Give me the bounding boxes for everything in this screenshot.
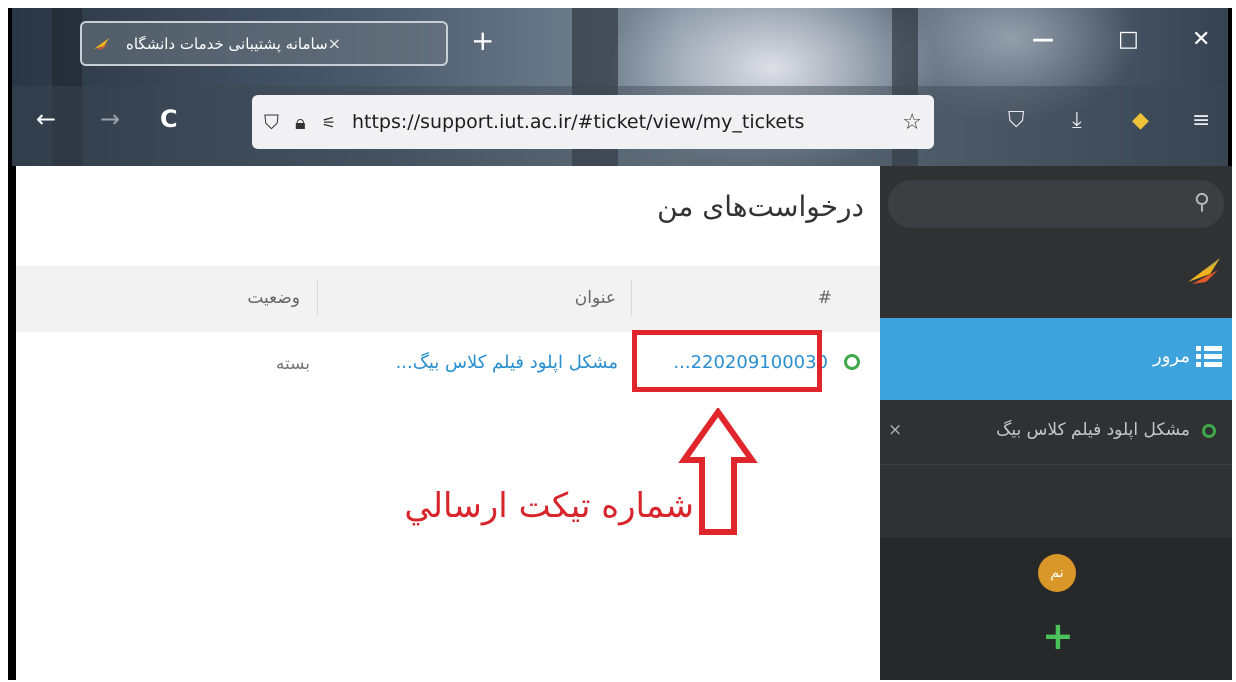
url-text[interactable]: https://support.iut.ac.ir/#ticket/view/m… [352, 111, 902, 133]
open-ticket-label: مشکل اپلود فیلم کلاس بیگ [996, 420, 1190, 440]
maximize-button[interactable]: □ [1118, 28, 1139, 52]
status-open-icon [844, 354, 860, 370]
permissions-icon[interactable]: ⚟ [322, 113, 336, 132]
lock-icon[interactable]: 🔒︎ [295, 110, 306, 134]
close-ticket-icon[interactable]: × [888, 420, 902, 440]
list-icon [1196, 346, 1222, 367]
bookmark-star-icon[interactable]: ☆ [902, 110, 922, 135]
annotation-label: شماره تیکت ارسالي [404, 486, 694, 526]
sidebar-item-overview[interactable]: مرور [880, 318, 1232, 400]
menu-icon[interactable]: ≡ [1192, 108, 1210, 134]
column-header-title[interactable]: عنوان [575, 288, 616, 308]
ticket-title-link[interactable]: مشکل اپلود فیلم کلاس بیگ... [396, 352, 618, 373]
page-title: درخواست‌های من [657, 190, 864, 223]
site-logo-icon [94, 37, 109, 50]
tab-title: سامانه پشتیبانی خدمات دانشگاه [126, 34, 328, 53]
tab-close-icon[interactable]: × [328, 34, 341, 53]
minimize-button[interactable]: — [1032, 28, 1054, 52]
column-header-number[interactable]: # [818, 288, 832, 308]
browser-tab[interactable]: × سامانه پشتیبانی خدمات دانشگاه [80, 21, 448, 66]
avatar[interactable]: نم [1038, 554, 1076, 592]
download-icon[interactable]: ⤓ [1072, 108, 1082, 134]
reload-button[interactable]: C [160, 104, 178, 134]
status-open-icon [1202, 424, 1216, 438]
app-logo-icon[interactable] [1186, 252, 1222, 288]
extension-icon[interactable]: ◆ [1132, 108, 1149, 134]
column-header-status[interactable]: وضعیت [247, 288, 300, 308]
pocket-icon[interactable]: ⛉ [1008, 108, 1025, 134]
close-window-button[interactable]: ✕ [1192, 28, 1210, 52]
forward-button[interactable]: → [100, 104, 120, 134]
search-input[interactable]: ⚲ [888, 180, 1224, 228]
sidebar-open-ticket[interactable]: مشکل اپلود فیلم کلاس بیگ × [880, 400, 1232, 465]
search-icon[interactable]: ⚲ [1194, 190, 1210, 215]
back-button[interactable]: ← [36, 104, 56, 134]
column-divider [317, 280, 318, 316]
add-button[interactable]: + [1042, 616, 1074, 656]
table-header: # عنوان وضعیت [16, 266, 880, 332]
address-bar[interactable]: ⛉ 🔒︎ ⚟ https://support.iut.ac.ir/#ticket… [252, 95, 934, 149]
ticket-status: بسته [275, 354, 310, 374]
sidebar: ⚲ مرور مشکل اپلود فیلم کلاس بیگ × نم + [880, 166, 1232, 680]
ticket-number-highlight-box [632, 330, 822, 392]
sidebar-item-label: مرور [1153, 346, 1190, 367]
browser-window: × سامانه پشتیبانی خدمات دانشگاه + — □ ✕ … [8, 8, 1232, 680]
shield-icon[interactable]: ⛉ [264, 110, 279, 134]
new-tab-button[interactable]: + [471, 26, 494, 56]
column-divider [631, 280, 632, 316]
